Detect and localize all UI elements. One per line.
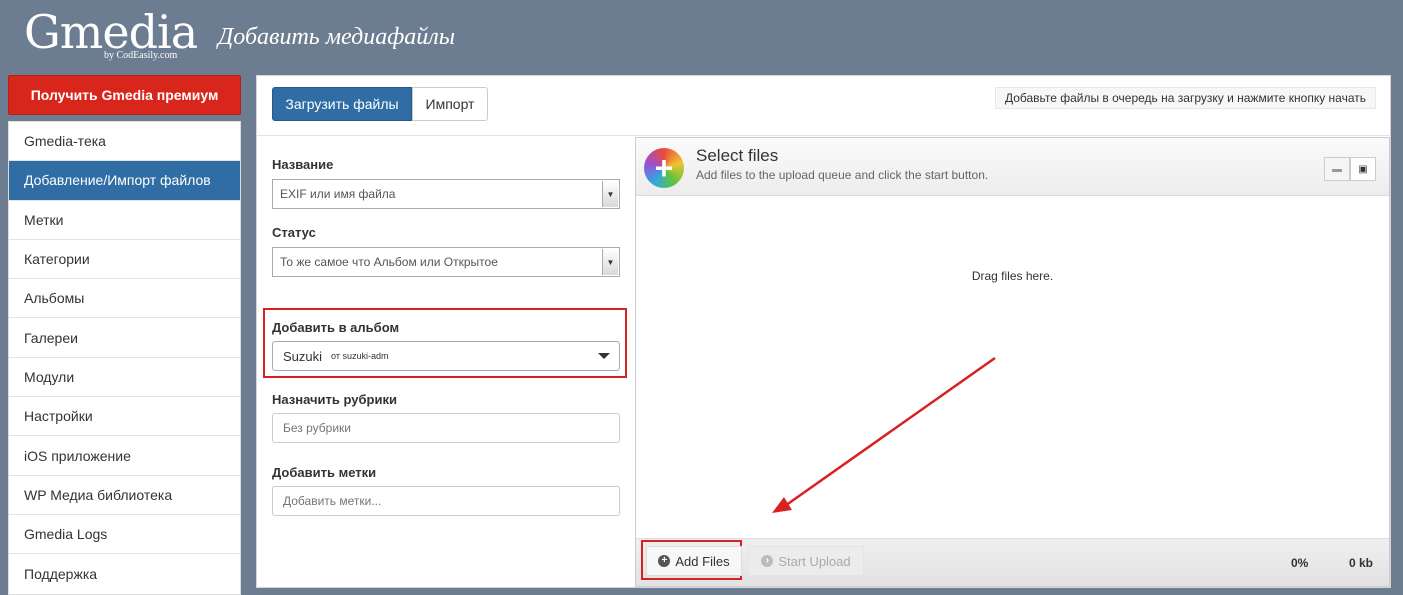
start-upload-label: Start Upload [778,553,851,569]
sidebar-item-settings[interactable]: Настройки [9,397,240,437]
hint-text: Добавьте файлы в очередь на загрузку и н… [994,87,1376,109]
chevron-down-icon: ▼ [602,181,618,207]
uploader-subtitle: Add files to the upload queue and click … [696,168,989,182]
sidebar-item-galleries[interactable]: Галереи [9,318,240,358]
logo-subtitle: by CodEasily.com [104,50,178,61]
list-view-icon[interactable]: ▬ [1324,157,1350,181]
uploader: + Select files Add files to the upload q… [635,137,1390,587]
name-select-value: EXIF или имя файла [280,187,396,201]
plus-circle-icon: + [658,555,671,567]
sidebar-item-library[interactable]: Gmedia-тека [9,122,240,162]
thumbnail-view-icon[interactable]: ▣ [1350,157,1376,181]
chevron-down-icon: ▼ [602,249,618,275]
main-panel: Загрузить файлы Импорт Добавьте файлы в … [256,75,1391,588]
upload-size: 0 kb [1348,556,1373,570]
drop-zone-text[interactable]: Drag files here. [636,269,1389,283]
arrow-circle-icon: › [761,555,774,567]
add-files-button[interactable]: + Add Files [646,546,742,576]
album-owner: от suzuki-adm [331,351,389,361]
status-select[interactable]: То же самое что Альбом или Открытое ▼ [272,247,620,277]
sidebar-menu: Gmedia-тека Добавление/Импорт файлов Мет… [8,121,241,595]
page-title: Добавить медиафайлы [218,24,455,50]
premium-button[interactable]: Получить Gmedia премиум [8,75,241,115]
album-label: Добавить в альбом [272,320,400,335]
view-toggle: ▬ ▣ [1324,157,1376,181]
name-select[interactable]: EXIF или имя файла ▼ [272,179,620,209]
sidebar-item-wp-media[interactable]: WP Медиа библиотека [9,476,240,515]
tags-label: Добавить метки [272,465,377,480]
sidebar-item-albums[interactable]: Альбомы [9,279,240,319]
add-files-label: Add Files [675,553,730,569]
uploader-footer: + Add Files › Start Upload 0% 0 kb [636,538,1389,586]
uploader-header: + Select files Add files to the upload q… [636,138,1389,196]
divider [257,135,1390,136]
tab-import[interactable]: Импорт [412,87,488,121]
status-label: Статус [272,225,316,240]
album-select[interactable]: Suzuki от suzuki-adm [272,341,620,371]
name-label: Название [272,157,334,172]
categories-input[interactable] [272,413,620,443]
caret-down-icon [598,353,610,359]
tab-upload-files[interactable]: Загрузить файлы [272,87,412,121]
sidebar-item-logs[interactable]: Gmedia Logs [9,515,240,555]
sidebar-item-add-import[interactable]: Добавление/Импорт файлов [9,161,240,201]
sidebar-item-ios-app[interactable]: iOS приложение [9,436,240,476]
add-icon: + [644,148,684,188]
upload-percent: 0% [1291,556,1309,570]
sidebar-item-tags[interactable]: Метки [9,201,240,240]
sidebar-item-support[interactable]: Поддержка [9,554,240,593]
uploader-title: Select files [696,146,779,165]
sidebar-item-categories[interactable]: Категории [9,240,240,280]
album-select-value: Suzuki [283,348,323,364]
status-select-value: То же самое что Альбом или Открытое [280,255,498,269]
start-upload-button[interactable]: › Start Upload [748,546,864,576]
sidebar-item-modules[interactable]: Модули [9,358,240,398]
categories-label: Назначить рубрики [272,392,397,407]
tags-input[interactable] [272,486,620,516]
